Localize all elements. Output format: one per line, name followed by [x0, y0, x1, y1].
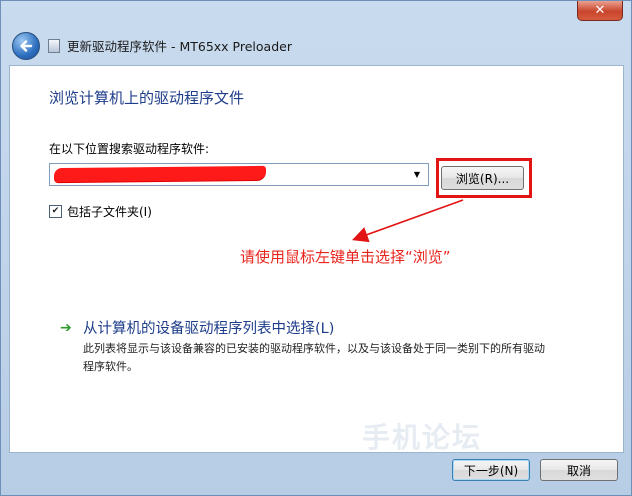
- driver-update-window: ✕ 更新驱动程序软件 - MT65xx Preloader 浏览计算机上的驱动程…: [0, 0, 632, 496]
- device-icon: [48, 39, 60, 53]
- back-button[interactable]: [12, 32, 40, 60]
- wizard-content: 浏览计算机上的驱动程序文件 在以下位置搜索驱动程序软件: ▼ 浏览(R)... …: [9, 65, 624, 454]
- back-arrow-icon: [20, 40, 33, 52]
- close-icon: ✕: [594, 3, 606, 18]
- next-button[interactable]: 下一步(N): [452, 459, 530, 481]
- annotation-text: 请使用鼠标左键单击选择“浏览”: [240, 248, 451, 266]
- cancel-button[interactable]: 取消: [540, 459, 618, 481]
- window-title: 更新驱动程序软件 - MT65xx Preloader: [67, 39, 292, 54]
- pick-from-list-description: 此列表将显示与该设备兼容的已安装的驱动程序软件，以及与该设备处于同一类别下的所有…: [83, 342, 545, 373]
- pick-from-list-link[interactable]: 从计算机的设备驱动程序列表中选择(L): [83, 317, 334, 338]
- watermark-logo: 手机论坛: [362, 421, 483, 454]
- green-arrow-icon: ➔: [60, 320, 72, 336]
- close-button[interactable]: ✕: [577, 1, 623, 21]
